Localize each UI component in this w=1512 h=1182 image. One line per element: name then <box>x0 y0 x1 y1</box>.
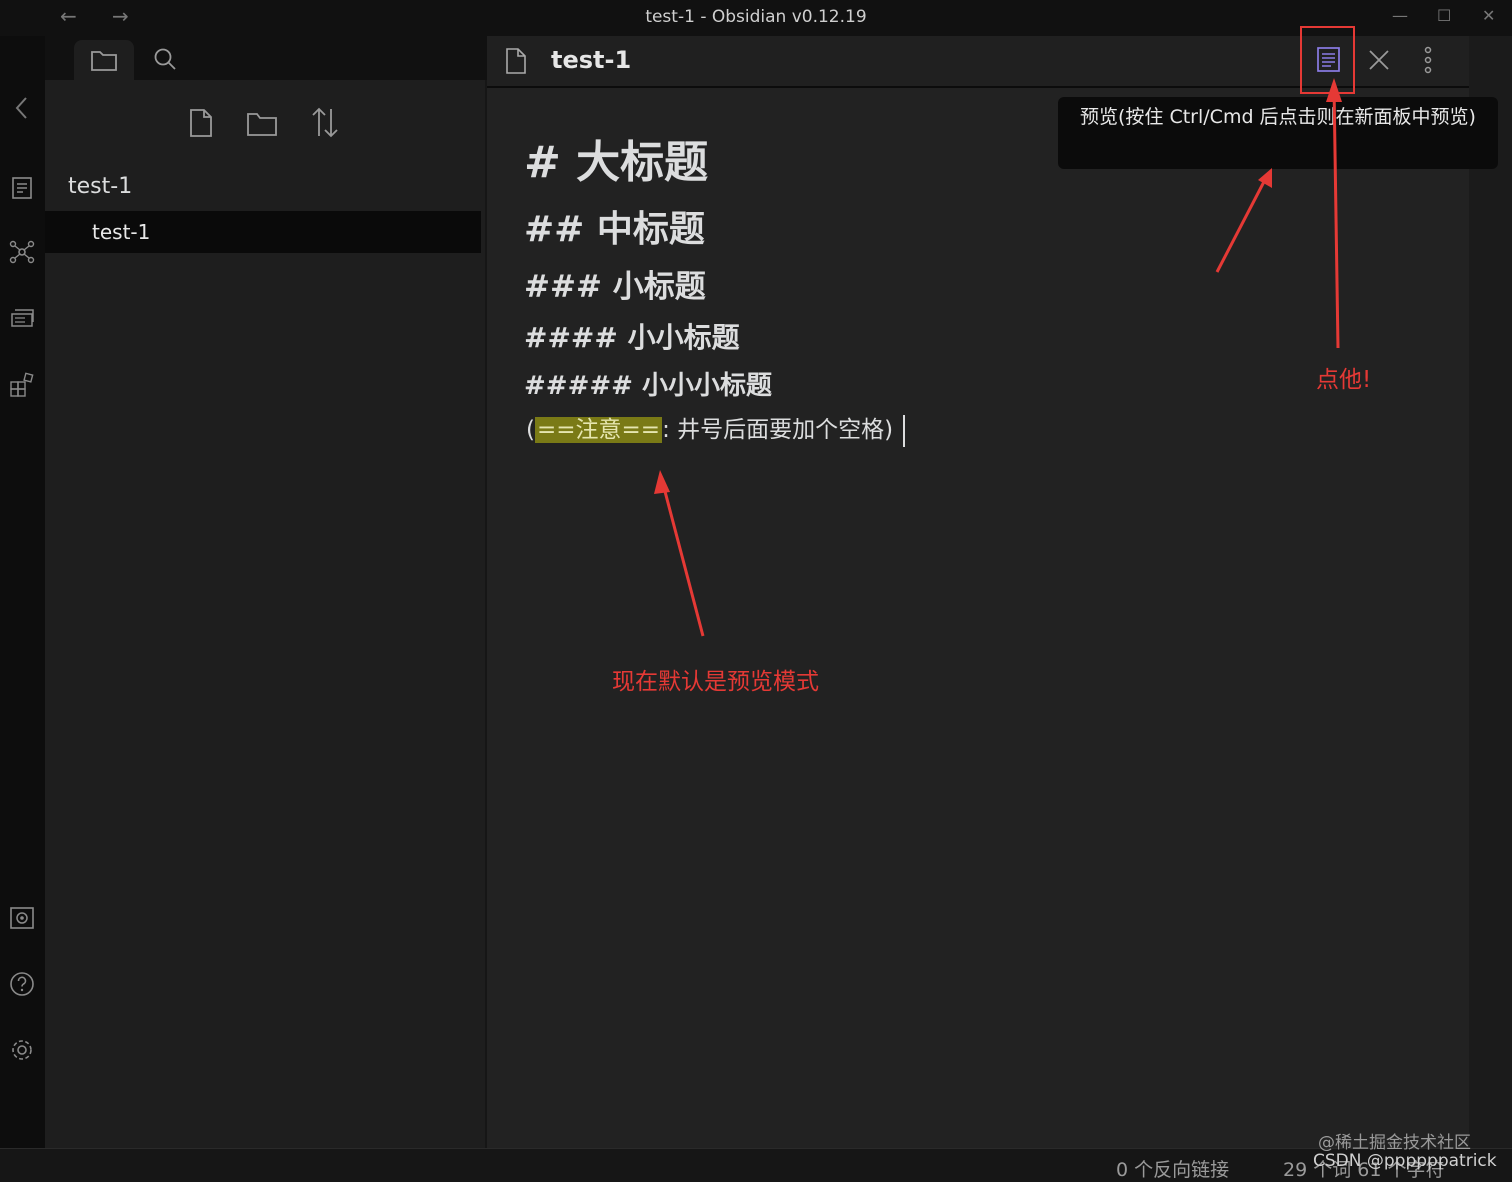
click-it-annotation: 点他! <box>1316 367 1372 393</box>
default-preview-annotation: 现在默认是预览模式 <box>612 669 819 695</box>
annotation-arrows <box>654 78 1342 637</box>
csdn-watermark: CSDN @ppppppatrick <box>1313 1151 1497 1171</box>
backlinks-count[interactable]: 0 个反向链接 <box>1116 1155 1229 1182</box>
juejin-watermark: @稀土掘金技术社区 <box>1318 1133 1471 1153</box>
